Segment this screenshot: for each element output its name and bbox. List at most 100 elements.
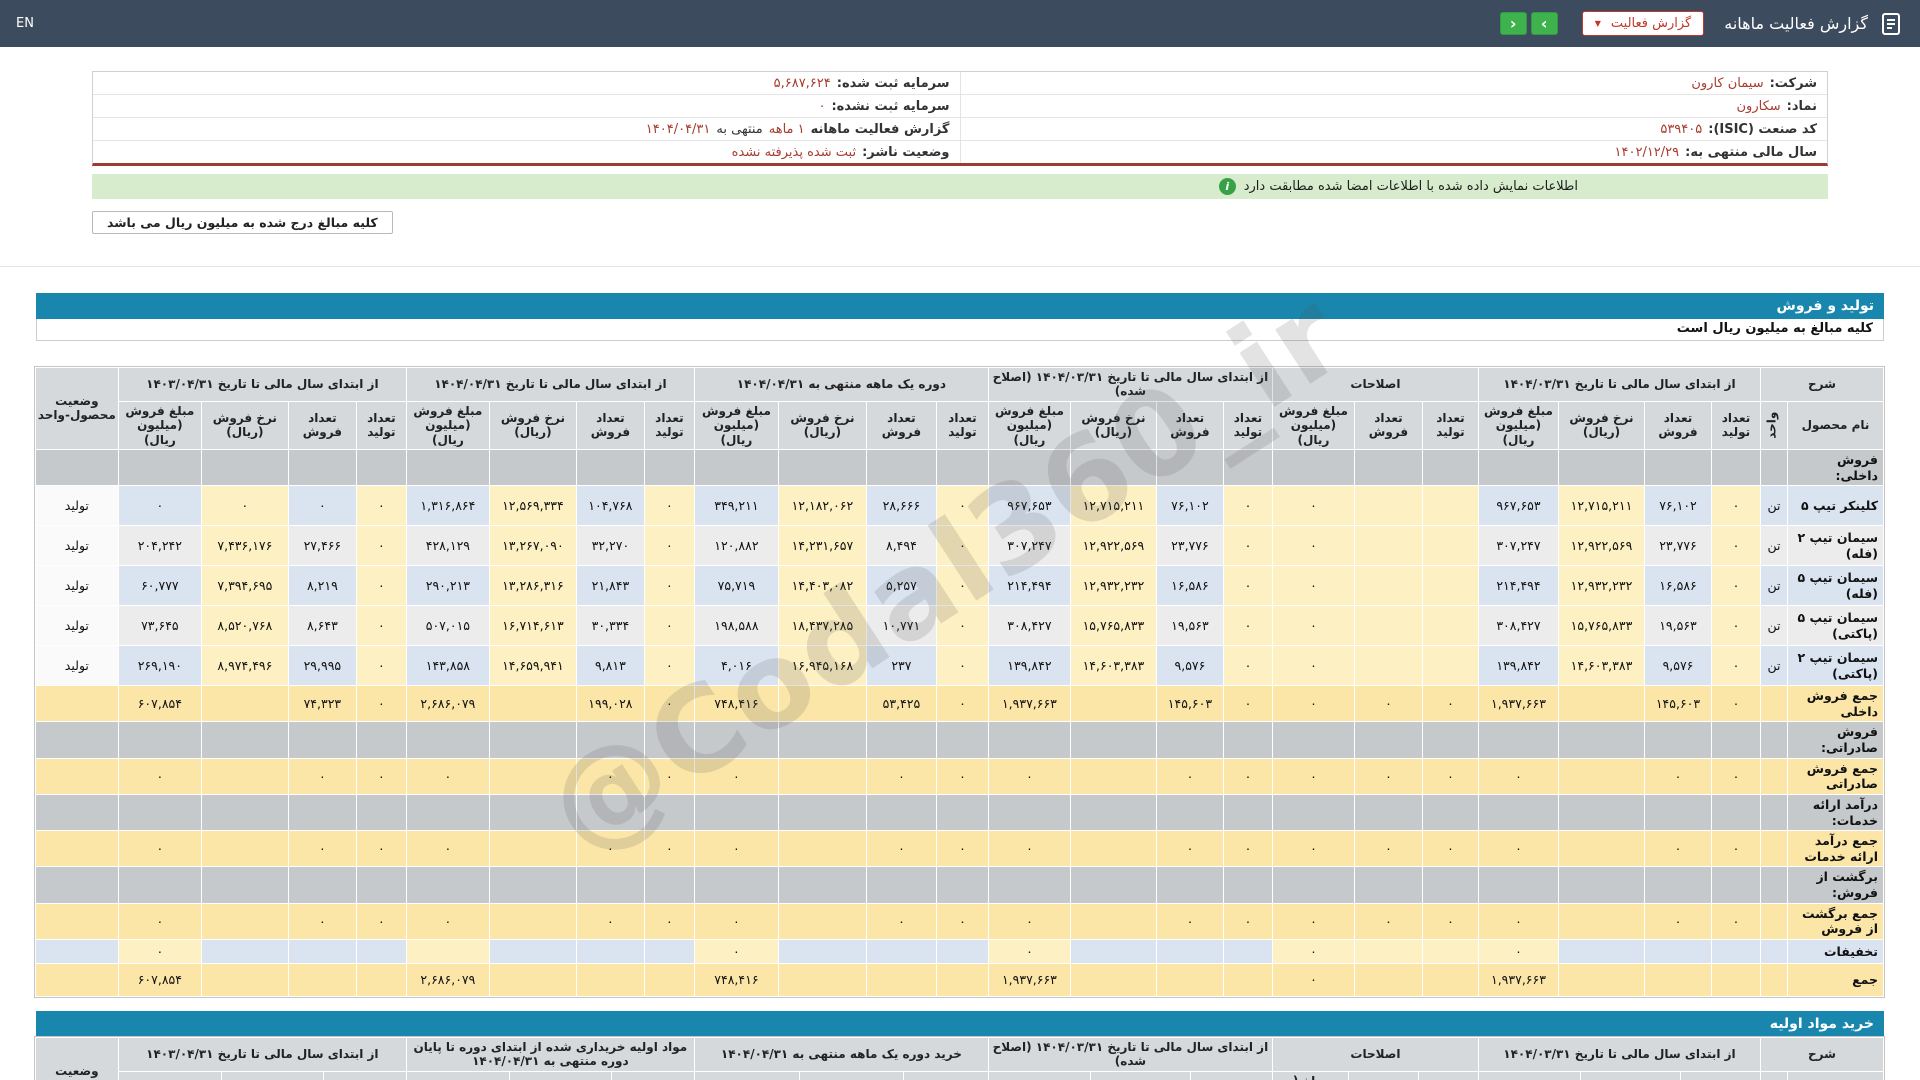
cell: [488, 938, 577, 964]
cell: ۰: [643, 525, 695, 567]
cell: [1155, 866, 1224, 904]
nav-left-arrow-button[interactable]: ‹: [1499, 12, 1527, 35]
cell: [1353, 565, 1423, 607]
registered-capital-field: سرمایه ثبت شده: ۵,۶۸۷,۶۲۴: [93, 72, 961, 94]
cell: [1477, 866, 1559, 904]
cell: [1477, 793, 1559, 832]
cell: ۸,۲۱۹: [287, 565, 357, 607]
cell: سیمان تیپ ۵ (پاکتی): [1787, 605, 1884, 647]
cell: ۱۴۳,۸۵۸: [405, 645, 490, 687]
cell: [1759, 938, 1789, 964]
column-header: تعداد تولید: [643, 400, 695, 450]
cell: ۱۴,۶۰۳,۳۸۳: [1557, 645, 1645, 687]
cell: برگشت از فروش:: [1787, 866, 1884, 904]
field-value: سکارون: [1736, 98, 1781, 114]
cell: [1643, 793, 1712, 832]
cell: ۱۴,۴۰۳,۰۸۲: [777, 565, 867, 607]
cell: ۰: [1353, 830, 1423, 868]
cell: ۲۸,۶۶۶: [865, 485, 937, 527]
cell: [355, 793, 407, 832]
column-header: نرخ (ریال): [1089, 1070, 1191, 1080]
cell: ۱۳۹,۸۴۲: [987, 645, 1071, 687]
cell: [1353, 866, 1423, 904]
cell: ۱,۹۳۷,۶۶۳: [1477, 962, 1559, 997]
cell: [1271, 448, 1355, 487]
cell: ۹,۸۱۳: [575, 645, 645, 687]
cell: [1643, 866, 1712, 904]
total-row: جمع فروش صادراتی ۰ ۰ ۰ ۰ ۰ ۰ ۰ ۰ ۰ ۰ ۰ ۰ ۰ ۰ ۰ ۰ ۰ ۰: [34, 757, 1884, 795]
cell: ۰: [693, 938, 779, 964]
cell: ۲,۶۸۶,۰۷۹: [405, 685, 490, 723]
cell: [1069, 938, 1157, 964]
cell: [1421, 525, 1479, 567]
cell: [1353, 793, 1423, 832]
cell: ۰: [1421, 830, 1479, 868]
cell: ۶۰۷,۸۵۴: [117, 962, 202, 997]
cell: جمع فروش صادراتی: [1787, 757, 1884, 795]
cell: ۷,۴۳۶,۱۷۶: [200, 525, 289, 567]
cell: تن: [1759, 605, 1789, 647]
cell: [405, 721, 490, 759]
cell: ۳۰۸,۴۲۷: [987, 605, 1071, 647]
cell: ۱۹,۵۶۳: [1155, 605, 1224, 647]
column-header: تعداد تولید: [935, 400, 989, 450]
cell: ۰: [1271, 565, 1355, 607]
cell: ۰: [643, 830, 695, 868]
cell: تولید: [34, 605, 119, 647]
column-header: نرخ (ریال): [508, 1070, 612, 1080]
cell: ۰: [1222, 645, 1273, 687]
field-label: گزارش فعالیت ماهانه: [810, 121, 950, 137]
cell: کلینکر تیپ ۵: [1787, 485, 1884, 527]
cell: [865, 793, 937, 832]
report-type-dropdown[interactable]: گزارش فعالیت ▼: [1581, 11, 1705, 36]
cell: ۰: [287, 757, 357, 795]
cell: ۰: [200, 485, 289, 527]
cell: ۲۳,۷۷۶: [1643, 525, 1712, 567]
cell: ۲۰۴,۲۴۲: [117, 525, 202, 567]
cell: ۰: [1271, 525, 1355, 567]
column-header: خرید دوره یک ماهه منتهی به ۱۴۰۴/۰۴/۳۱: [693, 1036, 989, 1072]
cell: [488, 793, 577, 832]
cell: [1155, 962, 1224, 997]
column-header: مبلغ فروش (میلیون ریال): [117, 400, 202, 450]
cell: [643, 962, 695, 997]
column-header: مقدار: [322, 1070, 407, 1080]
cell: ۰: [1710, 645, 1761, 687]
column-header: واحد: [1759, 1070, 1789, 1080]
cell: ۷۵,۷۱۹: [693, 565, 779, 607]
column-header: مقدار: [1189, 1070, 1273, 1080]
cell: [1759, 685, 1789, 723]
column-header: شرح: [1759, 1036, 1885, 1072]
field-label: منتهی به: [716, 121, 763, 137]
cell: [1069, 448, 1157, 487]
cell: [693, 866, 779, 904]
cell: [355, 721, 407, 759]
cell: ۰: [1222, 685, 1273, 723]
cell: [117, 721, 202, 759]
total-row: جمع برگشت از فروش ۰ ۰ ۰ ۰ ۰ ۰ ۰ ۰ ۰ ۰ ۰ ۰ ۰ ۰ ۰ ۰ ۰ ۰: [34, 902, 1884, 940]
cell: [1557, 757, 1645, 795]
cell: [935, 866, 989, 904]
cell: [200, 793, 289, 832]
cell: ۰: [1271, 645, 1355, 687]
units-note-tab[interactable]: کلیه مبالغ درج شده به میلیون ریال می باش…: [92, 211, 393, 234]
cell: [935, 962, 989, 997]
cell: [117, 866, 202, 904]
cell: [1421, 448, 1479, 487]
field-value: ۰: [818, 98, 826, 114]
cell: [777, 830, 867, 868]
language-toggle[interactable]: EN: [16, 16, 34, 31]
cell: ۹۶۷,۶۵۳: [1477, 485, 1559, 527]
nav-right-arrow-button[interactable]: ›: [1530, 12, 1558, 35]
cell: [200, 830, 289, 868]
cell: [1069, 866, 1157, 904]
column-header: از ابتدای سال مالی تا تاریخ ۱۴۰۴/۰۳/۳۱ (…: [987, 1036, 1273, 1072]
cell: ۰: [405, 902, 490, 940]
cell: ۰: [1643, 757, 1712, 795]
field-label: کد صنعت (ISIC):: [1708, 121, 1817, 137]
cell: ۲۷,۴۶۶: [287, 525, 357, 567]
cell: [1710, 793, 1761, 832]
cell: ۲۶۹,۱۹۰: [117, 645, 202, 687]
cell: ۹,۵۷۶: [1643, 645, 1712, 687]
cell: [355, 866, 407, 904]
